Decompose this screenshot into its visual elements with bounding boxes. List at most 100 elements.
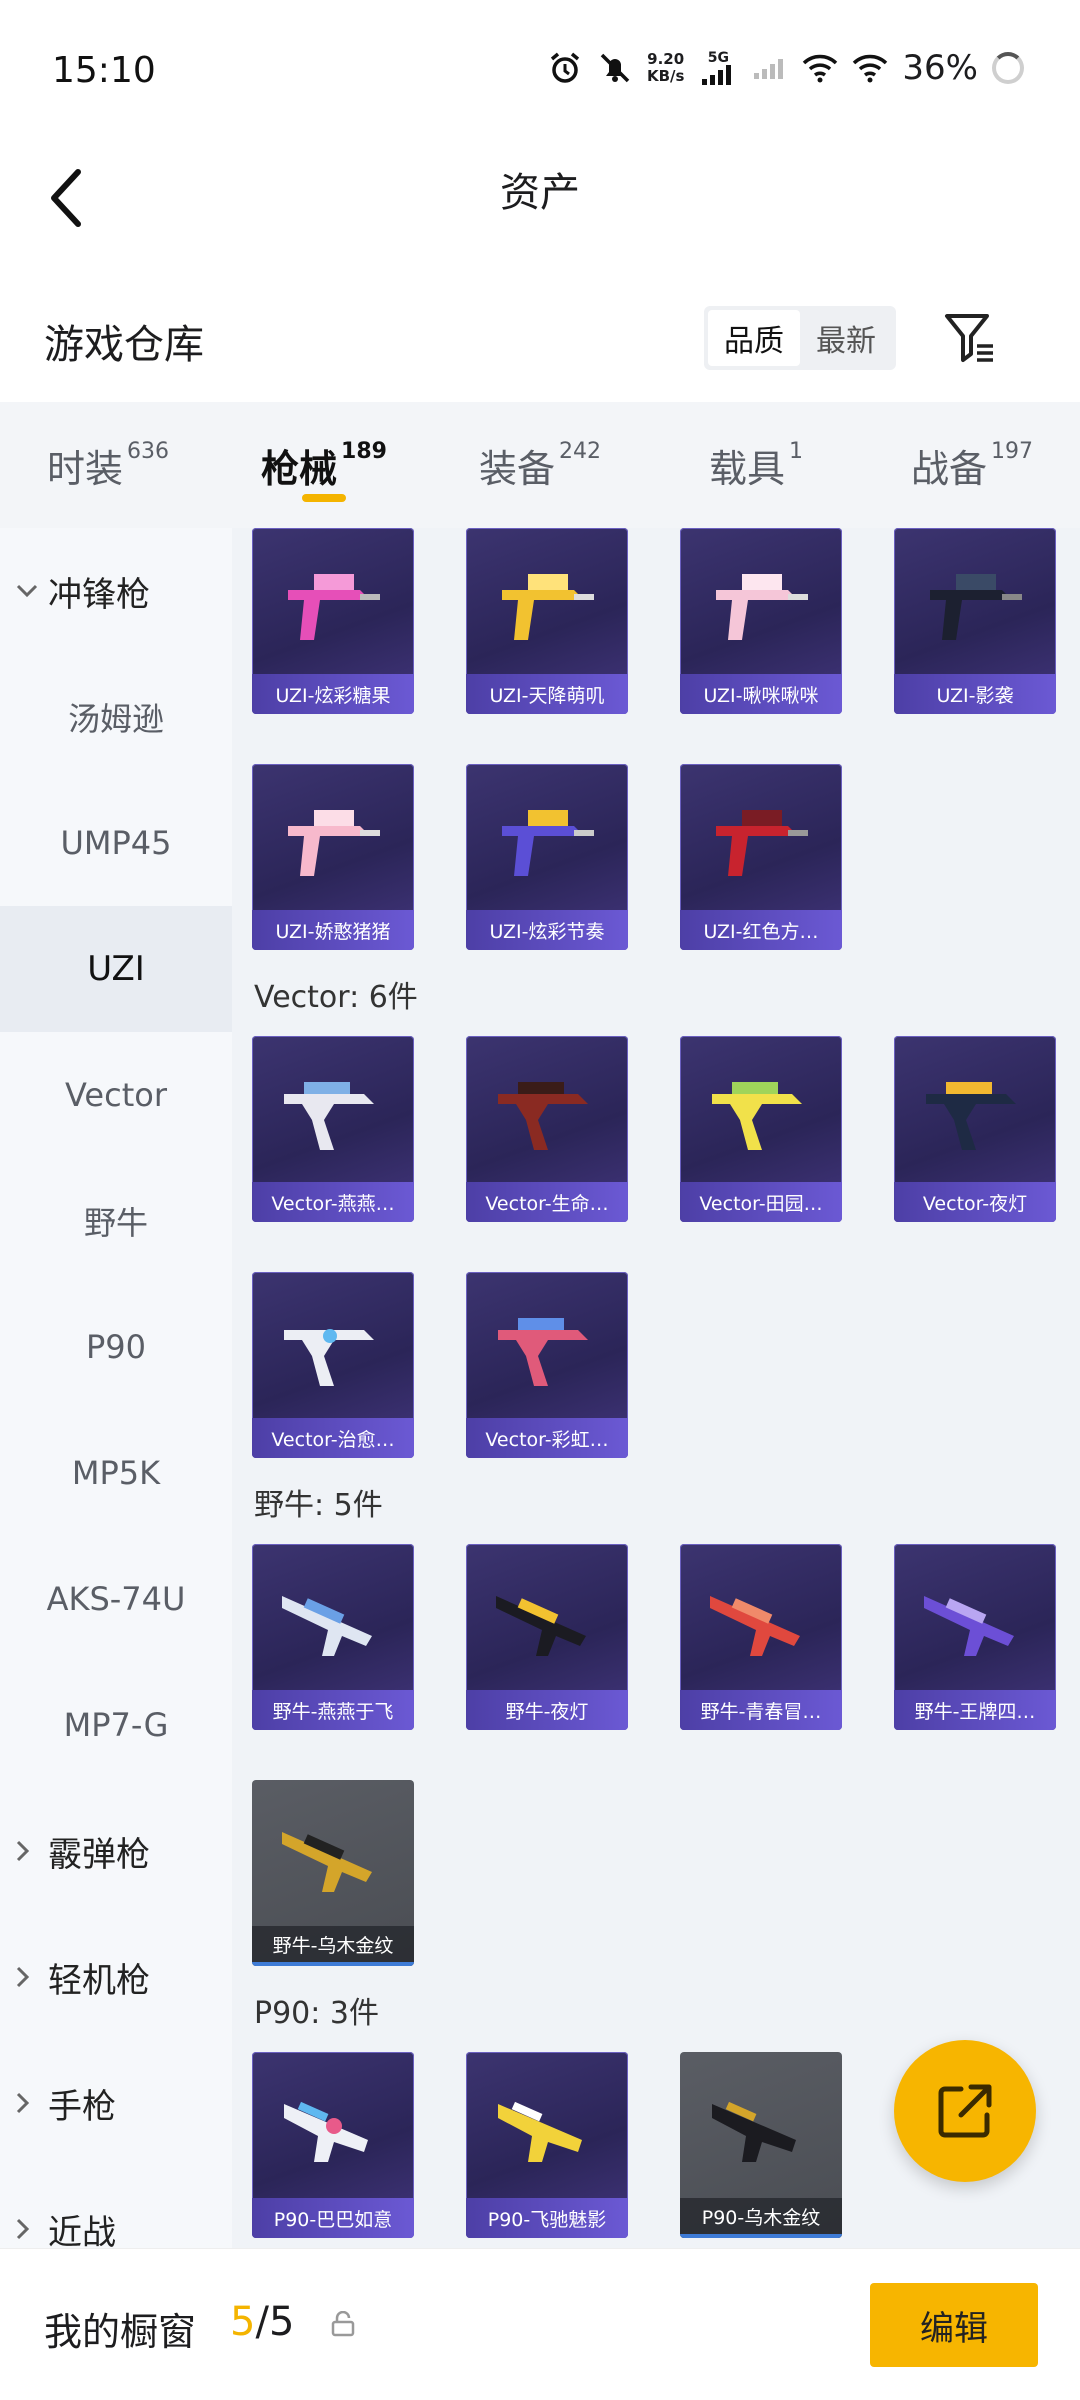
showcase-separator: /	[255, 2299, 269, 2345]
item-label-bar: 野牛-王牌四…	[894, 1690, 1056, 1730]
sidebar-group-label: 冲锋枪	[48, 574, 150, 615]
tab-equipment[interactable]: 装备 242	[432, 402, 648, 528]
battery-percent: 36%	[902, 48, 978, 88]
item-card[interactable]: Vector-田园…	[680, 1036, 842, 1222]
sidebar-item-mp5k[interactable]: MP5K	[0, 1410, 232, 1536]
battery-ring-icon	[992, 52, 1024, 84]
signal-weak-icon	[752, 50, 788, 86]
chevron-down-icon	[16, 584, 38, 598]
chevron-right-icon	[16, 2218, 38, 2240]
item-label-bar: UZI-炫彩节奏	[466, 910, 628, 950]
item-name: 野牛-王牌四…	[914, 1700, 1036, 1723]
item-name: UZI-娇憨猪猪	[275, 920, 391, 943]
p90-skin-icon	[498, 2101, 582, 2162]
item-card[interactable]: Vector-生命…	[466, 1036, 628, 1222]
item-name: P90-乌木金纹	[701, 2206, 821, 2229]
tab-label: 时装	[46, 446, 123, 491]
edit-button[interactable]: 编辑	[870, 2283, 1038, 2367]
sidebar-item-vector[interactable]: Vector	[0, 1032, 232, 1158]
sidebar-group-shotgun[interactable]: 霰弹枪	[0, 1788, 232, 1914]
sidebar-group-pistol[interactable]: 手枪	[0, 2040, 232, 2166]
sidebar-item-ump45[interactable]: UMP45	[0, 780, 232, 906]
sidebar-item-aks74u[interactable]: AKS-74U	[0, 1536, 232, 1662]
item-card[interactable]: UZI-炫彩节奏	[466, 764, 628, 950]
smg-skin-icon	[716, 574, 808, 640]
net-speed-value: 9.20	[647, 50, 685, 68]
bison-skin-icon	[282, 1832, 372, 1892]
item-label-bar: UZI-娇憨猪猪	[252, 910, 414, 950]
weapon-sidebar: 冲锋枪 汤姆逊 UMP45 UZI Vector 野牛 P90 MP5K AKS…	[0, 528, 232, 2248]
tab-firearms[interactable]: 枪械 189	[216, 402, 432, 528]
lock-icon	[331, 2311, 355, 2337]
item-row: UZI-娇憨猪猪 UZI-炫彩节奏 UZI-红色方…	[252, 764, 842, 950]
item-card[interactable]: UZI-天降萌叽	[466, 528, 628, 714]
sidebar-group-smg[interactable]: 冲锋枪	[0, 528, 232, 654]
sidebar-item-uzi[interactable]: UZI	[0, 906, 232, 1032]
sidebar-item-thompson[interactable]: 汤姆逊	[0, 654, 232, 780]
item-name: P90-巴巴如意	[273, 2208, 393, 2231]
item-card[interactable]: UZI-娇憨猪猪	[252, 764, 414, 950]
signal-5g-icon: 5G	[698, 50, 738, 86]
item-card[interactable]: UZI-红色方…	[680, 764, 842, 950]
item-card[interactable]: 野牛-夜灯	[466, 1544, 628, 1730]
wifi-icon-2	[852, 50, 888, 86]
tab-supplies[interactable]: 战备 197	[864, 402, 1080, 528]
vector-skin-icon	[284, 1082, 374, 1150]
item-row: 野牛-乌木金纹	[252, 1780, 414, 1966]
bison-skin-icon	[282, 1596, 372, 1656]
item-card[interactable]: 野牛-青春冒…	[680, 1544, 842, 1730]
vector-skin-icon	[498, 1082, 588, 1150]
item-label-bar: Vector-生命…	[466, 1182, 628, 1222]
item-card[interactable]: Vector-夜灯	[894, 1036, 1056, 1222]
item-row: UZI-炫彩糖果 UZI-天降萌叽 UZI-啾咪啾咪 UZI-影袭	[252, 528, 1056, 714]
tab-count: 197	[991, 438, 1033, 464]
bison-skin-icon	[924, 1596, 1014, 1656]
item-name: UZI-红色方…	[703, 920, 819, 943]
item-card[interactable]: UZI-影袭	[894, 528, 1056, 714]
item-card[interactable]: Vector-燕燕…	[252, 1036, 414, 1222]
sort-latest-button[interactable]: 最新	[800, 310, 892, 366]
smg-skin-icon	[716, 810, 808, 876]
showcase-current: 5	[230, 2299, 256, 2345]
sidebar-item-mp7g[interactable]: MP7-G	[0, 1662, 232, 1788]
sidebar-item-p90[interactable]: P90	[0, 1284, 232, 1410]
sidebar-group-melee[interactable]: 近战	[0, 2166, 232, 2248]
group-title-bison: 野牛: 5件	[254, 1488, 383, 1523]
item-card[interactable]: 野牛-燕燕于飞	[252, 1544, 414, 1730]
vector-skin-icon	[498, 1318, 588, 1386]
showcase-title: 我的橱窗	[44, 2310, 197, 2354]
item-label-bar: UZI-啾咪啾咪	[680, 674, 842, 714]
item-card[interactable]: Vector-彩虹…	[466, 1272, 628, 1458]
sidebar-item-bison[interactable]: 野牛	[0, 1158, 232, 1284]
item-card[interactable]: 野牛-乌木金纹	[252, 1780, 414, 1966]
item-card[interactable]: UZI-啾咪啾咪	[680, 528, 842, 714]
item-name: Vector-燕燕…	[271, 1192, 395, 1215]
tab-count: 636	[127, 438, 169, 464]
top-nav: 资产	[0, 140, 1080, 270]
item-label-bar: Vector-燕燕…	[252, 1182, 414, 1222]
tab-vehicles[interactable]: 载具 1	[648, 402, 864, 528]
item-name: Vector-田园…	[699, 1192, 823, 1215]
item-row: Vector-燕燕… Vector-生命… Vector-田园… Vector-…	[252, 1036, 1056, 1222]
item-card[interactable]: Vector-治愈…	[252, 1272, 414, 1458]
tab-fashion[interactable]: 时装 636	[0, 402, 216, 528]
item-card[interactable]: 野牛-王牌四…	[894, 1544, 1056, 1730]
category-tabs: 时装 636 枪械 189 装备 242 载具 1 战备 197	[0, 402, 1080, 528]
p90-skin-icon	[284, 2101, 368, 2162]
group-title-p90: P90: 3件	[254, 1996, 379, 2031]
item-name: Vector-彩虹…	[485, 1428, 609, 1451]
item-card[interactable]: UZI-炫彩糖果	[252, 528, 414, 714]
status-icons: 9.20 KB/s 5G 36%	[547, 48, 1024, 88]
sort-quality-button[interactable]: 品质	[708, 310, 800, 366]
filter-button[interactable]	[938, 306, 1002, 370]
item-card[interactable]: P90-飞驰魅影	[466, 2052, 628, 2238]
tab-label: 战备	[910, 446, 987, 491]
item-label-bar: P90-巴巴如意	[252, 2198, 414, 2238]
item-card[interactable]: P90-巴巴如意	[252, 2052, 414, 2238]
sidebar-group-lmg[interactable]: 轻机枪	[0, 1914, 232, 2040]
item-card[interactable]: P90-乌木金纹	[680, 2052, 842, 2238]
sidebar-group-label: 霰弹枪	[48, 1834, 150, 1875]
item-label-bar: P90-乌木金纹	[680, 2198, 842, 2238]
item-label-bar: 野牛-夜灯	[466, 1690, 628, 1730]
share-fab-button[interactable]	[894, 2040, 1036, 2182]
